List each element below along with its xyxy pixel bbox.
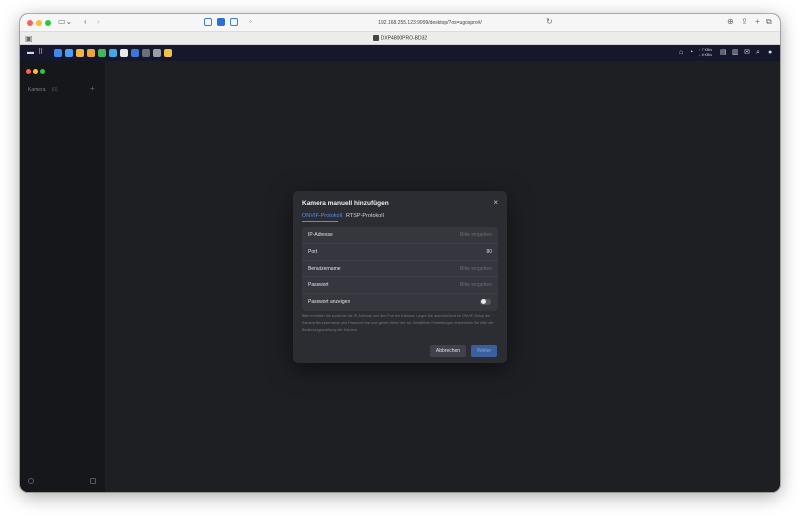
- show-password-label: Passwort anzeigen: [308, 299, 351, 306]
- reload-icon[interactable]: ↻: [546, 17, 553, 27]
- close-window-button[interactable]: [27, 20, 33, 26]
- add-camera-button[interactable]: +: [90, 85, 95, 93]
- task-manager-icon[interactable]: ▤: [720, 48, 727, 57]
- user-icon[interactable]: ●: [768, 48, 772, 57]
- app-minimize-button[interactable]: [33, 69, 38, 74]
- camera-sidebar: Kamera (0) +: [20, 61, 106, 492]
- next-button[interactable]: Weiter: [471, 345, 497, 357]
- control-panel-app-icon[interactable]: [153, 49, 161, 57]
- minimize-window-button[interactable]: [36, 20, 42, 26]
- download-app-icon[interactable]: [109, 49, 117, 57]
- ip-row: IP-Adresse: [302, 227, 498, 244]
- dialog-hint-text: Bitte ermitteln Sie zunächst die IP-Adre…: [302, 314, 494, 332]
- home-icon[interactable]: ⌂: [679, 48, 683, 57]
- tab-rtsp[interactable]: RTSP-Protokoll: [346, 212, 384, 220]
- camera-form: IP-Adresse Port Benutzername Passwort Pa…: [302, 227, 498, 311]
- privacy-icon[interactable]: ◦: [249, 17, 252, 27]
- nas-taskbar: ▬ ⠿ ⌂ ◔ ↑ 7 KB/s ↓ 6 KB/s ▤ ▥ ✉ ⌕ ●: [20, 45, 780, 61]
- active-tab[interactable]: DXP4800PRO-BD32: [20, 35, 780, 42]
- port-input[interactable]: [402, 247, 492, 256]
- password-input[interactable]: [402, 281, 492, 290]
- bitwarden-icon[interactable]: [217, 18, 225, 26]
- back-icon[interactable]: ‹: [84, 17, 87, 27]
- files-app-icon[interactable]: [54, 49, 62, 57]
- browser-toolbar: ▭⌄ ‹ › ◦ 192.168.255.123:9999/desktop/?o…: [20, 14, 780, 31]
- dialog-title: Kamera manuell hinzufügen: [302, 200, 389, 207]
- sidebar-toggle-icon[interactable]: ▭⌄: [58, 17, 72, 27]
- storage-app-icon[interactable]: [120, 49, 128, 57]
- password-label: Passwort: [308, 282, 329, 289]
- notes-app-icon[interactable]: [76, 49, 84, 57]
- cancel-button[interactable]: Abbrechen: [430, 345, 466, 357]
- show-password-row: Passwort anzeigen: [302, 294, 498, 311]
- tab-favicon-icon: [372, 35, 379, 41]
- tab-overview-icon[interactable]: ⧉: [766, 17, 772, 27]
- widgets-icon[interactable]: ▥: [732, 48, 739, 57]
- ip-label: IP-Adresse: [308, 232, 333, 238]
- close-dialog-icon[interactable]: ×: [493, 198, 498, 208]
- search-icon[interactable]: ⌕: [756, 48, 760, 57]
- upload-speed: ↑ 7 KB/s: [699, 48, 713, 52]
- photos-app-icon[interactable]: [65, 49, 73, 57]
- desktop: Kamera (0) + Kamera manuell hinzufügen × …: [20, 61, 780, 492]
- new-tab-icon[interactable]: +: [755, 17, 760, 27]
- active-tab-indicator: [302, 221, 338, 222]
- camera-app-icon[interactable]: [164, 49, 172, 57]
- tab-title: DXP4800PRO-BD32: [380, 35, 428, 42]
- toggle-knob: [480, 299, 486, 305]
- translate-icon[interactable]: [230, 18, 238, 26]
- address-bar[interactable]: 192.168.255.123:9999/desktop/?os=ugospro…: [350, 18, 510, 28]
- notification-icon[interactable]: ✉: [744, 48, 750, 57]
- extension-icon[interactable]: [204, 18, 212, 26]
- share-icon[interactable]: ⇪: [741, 17, 748, 27]
- network-speed: ↑ 7 KB/s ↓ 6 KB/s: [699, 48, 712, 57]
- browser-window: ▭⌄ ‹ › ◦ 192.168.255.123:9999/desktop/?o…: [20, 14, 780, 492]
- tab-strip: ▣ DXP4800PRO-BD32: [20, 31, 780, 45]
- app-maximize-button[interactable]: [40, 69, 45, 74]
- chat-icon[interactable]: ▬: [27, 48, 34, 57]
- show-password-toggle[interactable]: [480, 298, 491, 305]
- forward-icon[interactable]: ›: [97, 17, 100, 27]
- username-label: Benutzername: [308, 265, 341, 272]
- media-app-icon[interactable]: [87, 49, 95, 57]
- ip-input[interactable]: [402, 231, 492, 239]
- sync-app-icon[interactable]: [98, 49, 106, 57]
- app-close-button[interactable]: [26, 69, 31, 74]
- settings-app-icon[interactable]: [142, 49, 150, 57]
- sidebar-camera-header: Kamera (0): [28, 86, 58, 94]
- refresh-icon[interactable]: [90, 478, 96, 484]
- port-row: Port: [302, 244, 498, 261]
- port-label: Port: [308, 248, 318, 255]
- maximize-window-button[interactable]: [45, 20, 51, 26]
- add-camera-dialog: Kamera manuell hinzufügen × ONVIF-Protok…: [293, 191, 507, 363]
- sidebar-camera-count: (0): [51, 87, 58, 93]
- sidebar-title: Kamera: [28, 87, 46, 93]
- password-row: Passwort: [302, 277, 498, 295]
- username-row: Benutzername: [302, 261, 498, 278]
- settings-icon[interactable]: [28, 478, 34, 484]
- docker-app-icon[interactable]: [131, 49, 139, 57]
- gauge-icon[interactable]: ◔: [689, 48, 693, 57]
- download-speed: ↓ 6 KB/s: [699, 52, 713, 57]
- download-icon[interactable]: ⊕: [727, 17, 734, 27]
- username-input[interactable]: [402, 264, 492, 273]
- tab-onvif[interactable]: ONVIF-Protokoll: [302, 212, 342, 220]
- app-launcher-icon[interactable]: ⠿: [38, 48, 43, 57]
